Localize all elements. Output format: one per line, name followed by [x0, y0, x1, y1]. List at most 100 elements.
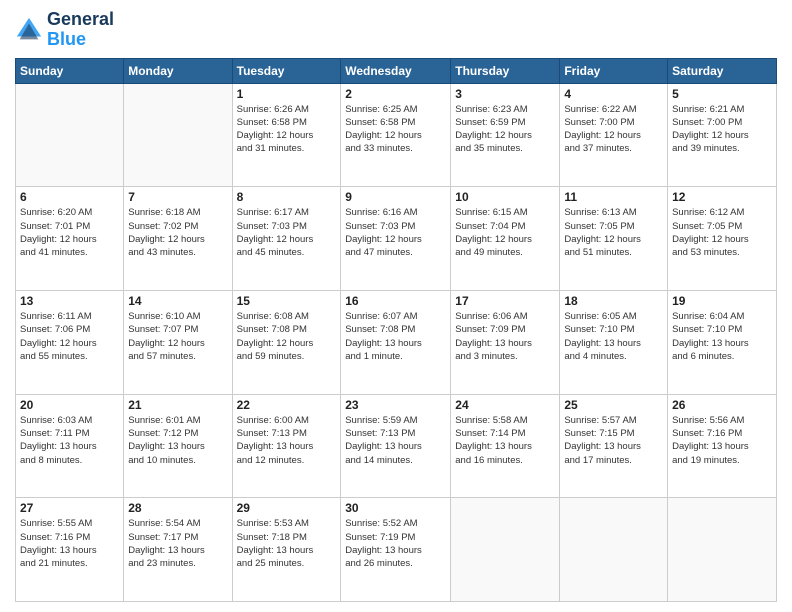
week-row-5: 27 Sunrise: 5:55 AM Sunset: 7:16 PM Dayli… [16, 498, 777, 602]
calendar-cell [668, 498, 777, 602]
cell-info: Sunrise: 6:17 AM Sunset: 7:03 PM Dayligh… [237, 206, 337, 259]
calendar-cell: 13 Sunrise: 6:11 AM Sunset: 7:06 PM Dayli… [16, 290, 124, 394]
cell-info: Sunrise: 6:07 AM Sunset: 7:08 PM Dayligh… [345, 310, 446, 363]
cell-info: Sunrise: 5:53 AM Sunset: 7:18 PM Dayligh… [237, 517, 337, 570]
calendar-cell: 21 Sunrise: 6:01 AM Sunset: 7:12 PM Dayli… [124, 394, 232, 498]
week-row-4: 20Sunrise: 6:03 AM Sunset: 7:11 PM Dayli… [16, 394, 777, 498]
cell-info: Sunrise: 6:16 AM Sunset: 7:03 PM Dayligh… [345, 206, 446, 259]
cell-info: Sunrise: 5:56 AM Sunset: 7:16 PM Dayligh… [672, 414, 772, 467]
calendar-cell: 19 Sunrise: 6:04 AM Sunset: 7:10 PM Dayli… [668, 290, 777, 394]
calendar-cell: 3 Sunrise: 6:23 AM Sunset: 6:59 PM Daylig… [451, 83, 560, 187]
cell-info: Sunrise: 6:18 AM Sunset: 7:02 PM Dayligh… [128, 206, 227, 259]
day-number: 16 [345, 294, 446, 308]
calendar-cell: 26 Sunrise: 5:56 AM Sunset: 7:16 PM Dayli… [668, 394, 777, 498]
calendar-cell [560, 498, 668, 602]
cell-info: Sunrise: 5:59 AM Sunset: 7:13 PM Dayligh… [345, 414, 446, 467]
calendar-cell: 27 Sunrise: 5:55 AM Sunset: 7:16 PM Dayli… [16, 498, 124, 602]
day-number: 1 [237, 87, 337, 101]
day-number: 7 [128, 190, 227, 204]
calendar-cell: 1Sunrise: 6:26 AM Sunset: 6:58 PM Daylig… [232, 83, 341, 187]
cell-info: Sunrise: 5:54 AM Sunset: 7:17 PM Dayligh… [128, 517, 227, 570]
logo-text-line1: General [47, 10, 114, 30]
day-number: 14 [128, 294, 227, 308]
calendar-cell: 4 Sunrise: 6:22 AM Sunset: 7:00 PM Daylig… [560, 83, 668, 187]
day-number: 10 [455, 190, 555, 204]
day-number: 5 [672, 87, 772, 101]
day-number: 3 [455, 87, 555, 101]
calendar-cell: 9 Sunrise: 6:16 AM Sunset: 7:03 PM Daylig… [341, 187, 451, 291]
calendar-cell: 22Sunrise: 6:00 AM Sunset: 7:13 PM Dayli… [232, 394, 341, 498]
calendar-cell: 12 Sunrise: 6:12 AM Sunset: 7:05 PM Dayli… [668, 187, 777, 291]
cell-info: Sunrise: 5:58 AM Sunset: 7:14 PM Dayligh… [455, 414, 555, 467]
day-number: 19 [672, 294, 772, 308]
day-number: 21 [128, 398, 227, 412]
calendar-cell [16, 83, 124, 187]
day-number: 15 [237, 294, 337, 308]
header: General Blue [15, 10, 777, 50]
day-number: 12 [672, 190, 772, 204]
calendar-cell: 28 Sunrise: 5:54 AM Sunset: 7:17 PM Dayli… [124, 498, 232, 602]
cell-info: Sunrise: 6:01 AM Sunset: 7:12 PM Dayligh… [128, 414, 227, 467]
cell-info: Sunrise: 5:55 AM Sunset: 7:16 PM Dayligh… [20, 517, 119, 570]
calendar-cell: 14 Sunrise: 6:10 AM Sunset: 7:07 PM Dayli… [124, 290, 232, 394]
week-row-3: 13 Sunrise: 6:11 AM Sunset: 7:06 PM Dayli… [16, 290, 777, 394]
day-number: 18 [564, 294, 663, 308]
cell-info: Sunrise: 6:23 AM Sunset: 6:59 PM Dayligh… [455, 103, 555, 156]
day-number: 13 [20, 294, 119, 308]
calendar-page: General Blue SundayMondayTuesdayWednesda… [0, 0, 792, 612]
calendar-cell: 29 Sunrise: 5:53 AM Sunset: 7:18 PM Dayli… [232, 498, 341, 602]
calendar-cell: 2 Sunrise: 6:25 AM Sunset: 6:58 PM Daylig… [341, 83, 451, 187]
calendar-cell: 7 Sunrise: 6:18 AM Sunset: 7:02 PM Daylig… [124, 187, 232, 291]
calendar-cell: 23 Sunrise: 5:59 AM Sunset: 7:13 PM Dayli… [341, 394, 451, 498]
header-thursday: Thursday [451, 58, 560, 83]
day-number: 29 [237, 501, 337, 515]
header-sunday: Sunday [16, 58, 124, 83]
calendar-cell: 8 Sunrise: 6:17 AM Sunset: 7:03 PM Daylig… [232, 187, 341, 291]
logo-icon [15, 16, 43, 44]
day-number: 2 [345, 87, 446, 101]
calendar-cell: 30Sunrise: 5:52 AM Sunset: 7:19 PM Dayli… [341, 498, 451, 602]
calendar-cell: 15Sunrise: 6:08 AM Sunset: 7:08 PM Dayli… [232, 290, 341, 394]
calendar-cell [451, 498, 560, 602]
day-number: 6 [20, 190, 119, 204]
week-row-2: 6Sunrise: 6:20 AM Sunset: 7:01 PM Daylig… [16, 187, 777, 291]
calendar-cell: 20Sunrise: 6:03 AM Sunset: 7:11 PM Dayli… [16, 394, 124, 498]
cell-info: Sunrise: 6:06 AM Sunset: 7:09 PM Dayligh… [455, 310, 555, 363]
header-saturday: Saturday [668, 58, 777, 83]
day-number: 20 [20, 398, 119, 412]
day-number: 27 [20, 501, 119, 515]
calendar-cell: 5 Sunrise: 6:21 AM Sunset: 7:00 PM Daylig… [668, 83, 777, 187]
day-number: 4 [564, 87, 663, 101]
cell-info: Sunrise: 6:10 AM Sunset: 7:07 PM Dayligh… [128, 310, 227, 363]
calendar-cell: 11 Sunrise: 6:13 AM Sunset: 7:05 PM Dayli… [560, 187, 668, 291]
cell-info: Sunrise: 6:13 AM Sunset: 7:05 PM Dayligh… [564, 206, 663, 259]
cell-info: Sunrise: 6:12 AM Sunset: 7:05 PM Dayligh… [672, 206, 772, 259]
calendar-cell [124, 83, 232, 187]
day-number: 8 [237, 190, 337, 204]
cell-info: Sunrise: 6:05 AM Sunset: 7:10 PM Dayligh… [564, 310, 663, 363]
cell-info: Sunrise: 6:22 AM Sunset: 7:00 PM Dayligh… [564, 103, 663, 156]
header-row: SundayMondayTuesdayWednesdayThursdayFrid… [16, 58, 777, 83]
day-number: 9 [345, 190, 446, 204]
calendar-cell: 18 Sunrise: 6:05 AM Sunset: 7:10 PM Dayli… [560, 290, 668, 394]
week-row-1: 1Sunrise: 6:26 AM Sunset: 6:58 PM Daylig… [16, 83, 777, 187]
day-number: 28 [128, 501, 227, 515]
cell-info: Sunrise: 5:57 AM Sunset: 7:15 PM Dayligh… [564, 414, 663, 467]
cell-info: Sunrise: 6:00 AM Sunset: 7:13 PM Dayligh… [237, 414, 337, 467]
logo: General Blue [15, 10, 114, 50]
cell-info: Sunrise: 6:04 AM Sunset: 7:10 PM Dayligh… [672, 310, 772, 363]
calendar-cell: 16 Sunrise: 6:07 AM Sunset: 7:08 PM Dayli… [341, 290, 451, 394]
cell-info: Sunrise: 6:21 AM Sunset: 7:00 PM Dayligh… [672, 103, 772, 156]
header-monday: Monday [124, 58, 232, 83]
day-number: 24 [455, 398, 555, 412]
cell-info: Sunrise: 6:25 AM Sunset: 6:58 PM Dayligh… [345, 103, 446, 156]
calendar-cell: 24 Sunrise: 5:58 AM Sunset: 7:14 PM Dayli… [451, 394, 560, 498]
day-number: 26 [672, 398, 772, 412]
calendar-cell: 17Sunrise: 6:06 AM Sunset: 7:09 PM Dayli… [451, 290, 560, 394]
cell-info: Sunrise: 6:15 AM Sunset: 7:04 PM Dayligh… [455, 206, 555, 259]
calendar-table: SundayMondayTuesdayWednesdayThursdayFrid… [15, 58, 777, 602]
cell-info: Sunrise: 6:11 AM Sunset: 7:06 PM Dayligh… [20, 310, 119, 363]
header-wednesday: Wednesday [341, 58, 451, 83]
day-number: 11 [564, 190, 663, 204]
day-number: 23 [345, 398, 446, 412]
